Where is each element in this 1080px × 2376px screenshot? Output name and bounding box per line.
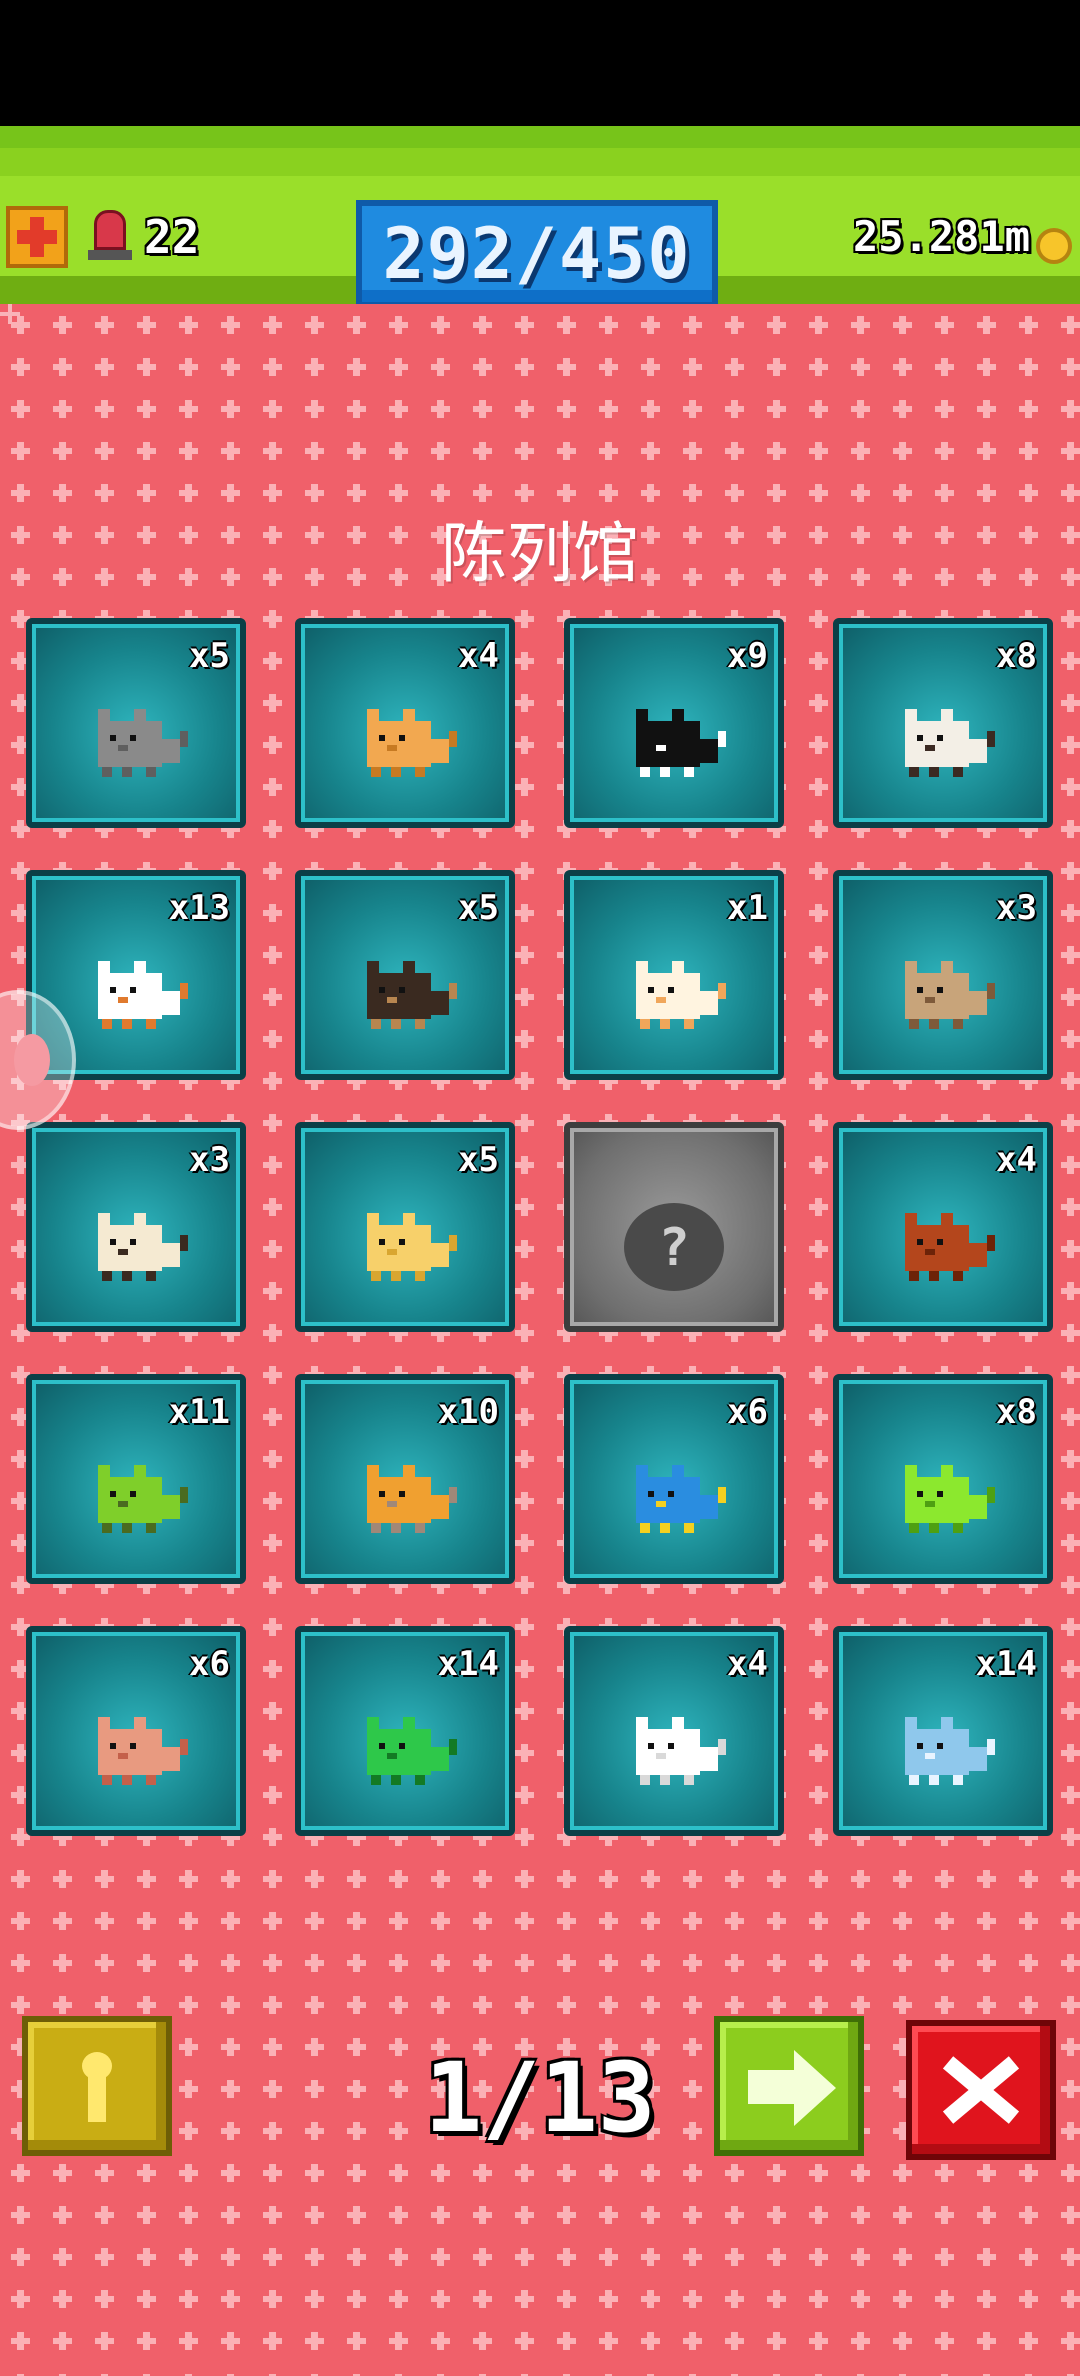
pet-card[interactable]: x1 <box>564 870 784 1080</box>
pet-count: x6 <box>727 1392 768 1432</box>
cat-in-box-icon <box>367 960 457 1029</box>
pet-card[interactable]: x5 <box>295 870 515 1080</box>
pet-card[interactable]: x6 <box>564 1374 784 1584</box>
pet-card[interactable]: x10 <box>295 1374 515 1584</box>
pet-count: x9 <box>727 636 768 676</box>
next-page-button[interactable] <box>714 2016 864 2156</box>
tuxedo-cat-icon <box>636 708 726 777</box>
add-button[interactable] <box>6 206 68 268</box>
pet-count: x4 <box>458 636 499 676</box>
pet-count: x14 <box>975 1644 1037 1684</box>
pet-card[interactable]: x3 <box>26 1122 246 1332</box>
collection-progress: 292/450 <box>356 200 718 308</box>
alarm-count: 22 <box>144 210 200 264</box>
snail-icon <box>367 1464 457 1533</box>
pet-card[interactable]: x8 <box>833 618 1053 828</box>
pet-count: x8 <box>996 1392 1037 1432</box>
pug-icon <box>98 1212 188 1281</box>
pet-card[interactable]: x5 <box>26 618 246 828</box>
orange-cat-icon <box>367 708 457 777</box>
orange-white-cat-icon <box>636 960 726 1029</box>
pet-count: x10 <box>437 1392 499 1432</box>
pet-count: x4 <box>727 1644 768 1684</box>
pet-count: x5 <box>458 888 499 928</box>
pet-count: x11 <box>168 1392 230 1432</box>
alarm-icon <box>88 210 132 264</box>
coin-icon <box>1036 228 1072 264</box>
arrow-right-icon <box>748 2070 798 2104</box>
gray-cat-icon <box>98 708 188 777</box>
svg-text:?: ? <box>658 1218 689 1278</box>
white-cat-icon <box>636 1716 726 1785</box>
page-title: 陈列馆 <box>441 515 639 592</box>
pet-card[interactable]: x8 <box>833 1374 1053 1584</box>
pet-card[interactable]: ? <box>564 1122 784 1332</box>
pet-card[interactable]: x14 <box>295 1626 515 1836</box>
octopus-icon <box>98 1716 188 1785</box>
siamese-cat-icon <box>905 708 995 777</box>
pet-count: x13 <box>168 888 230 928</box>
pet-count: x5 <box>458 1140 499 1180</box>
pet-count: x3 <box>996 888 1037 928</box>
pet-count: x8 <box>996 636 1037 676</box>
pet-card[interactable]: x6 <box>26 1626 246 1836</box>
locked-question-icon: ? <box>624 1202 724 1291</box>
pet-card[interactable]: x3 <box>833 870 1053 1080</box>
yellow-cat-icon <box>367 1212 457 1281</box>
coin-balance: 25.281m <box>852 212 1030 261</box>
pet-count: x14 <box>437 1644 499 1684</box>
turtle-icon <box>98 1464 188 1533</box>
chameleon-icon <box>905 1464 995 1533</box>
pet-card[interactable]: x4 <box>295 618 515 828</box>
pet-grid: x5 x4 x9 x8 x13 x5 x1 x3 x3 x5? x4 x11 x10 x6 x8 x6 x14 x… <box>26 618 1060 1836</box>
pet-count: x5 <box>189 636 230 676</box>
pet-card[interactable]: x9 <box>564 618 784 828</box>
tabby-cat-icon <box>905 960 995 1029</box>
pet-card[interactable]: x5 <box>295 1122 515 1332</box>
pet-count: x1 <box>727 888 768 928</box>
snake-icon <box>367 1716 457 1785</box>
top-hud: 22 292/450 25.281m <box>0 126 1080 308</box>
pet-count: x3 <box>189 1140 230 1180</box>
pet-card[interactable]: x14 <box>833 1626 1053 1836</box>
pet-count: x6 <box>189 1644 230 1684</box>
narwhal-icon <box>905 1716 995 1785</box>
status-bar <box>0 0 1080 126</box>
pet-card[interactable]: x4 <box>833 1122 1053 1332</box>
brown-dog-icon <box>905 1212 995 1281</box>
parrot-icon <box>636 1464 726 1533</box>
calico-cat-icon <box>98 960 188 1029</box>
close-button[interactable] <box>906 2020 1056 2160</box>
pet-card[interactable]: x11 <box>26 1374 246 1584</box>
pet-card[interactable]: x4 <box>564 1626 784 1836</box>
pet-count: x4 <box>996 1140 1037 1180</box>
